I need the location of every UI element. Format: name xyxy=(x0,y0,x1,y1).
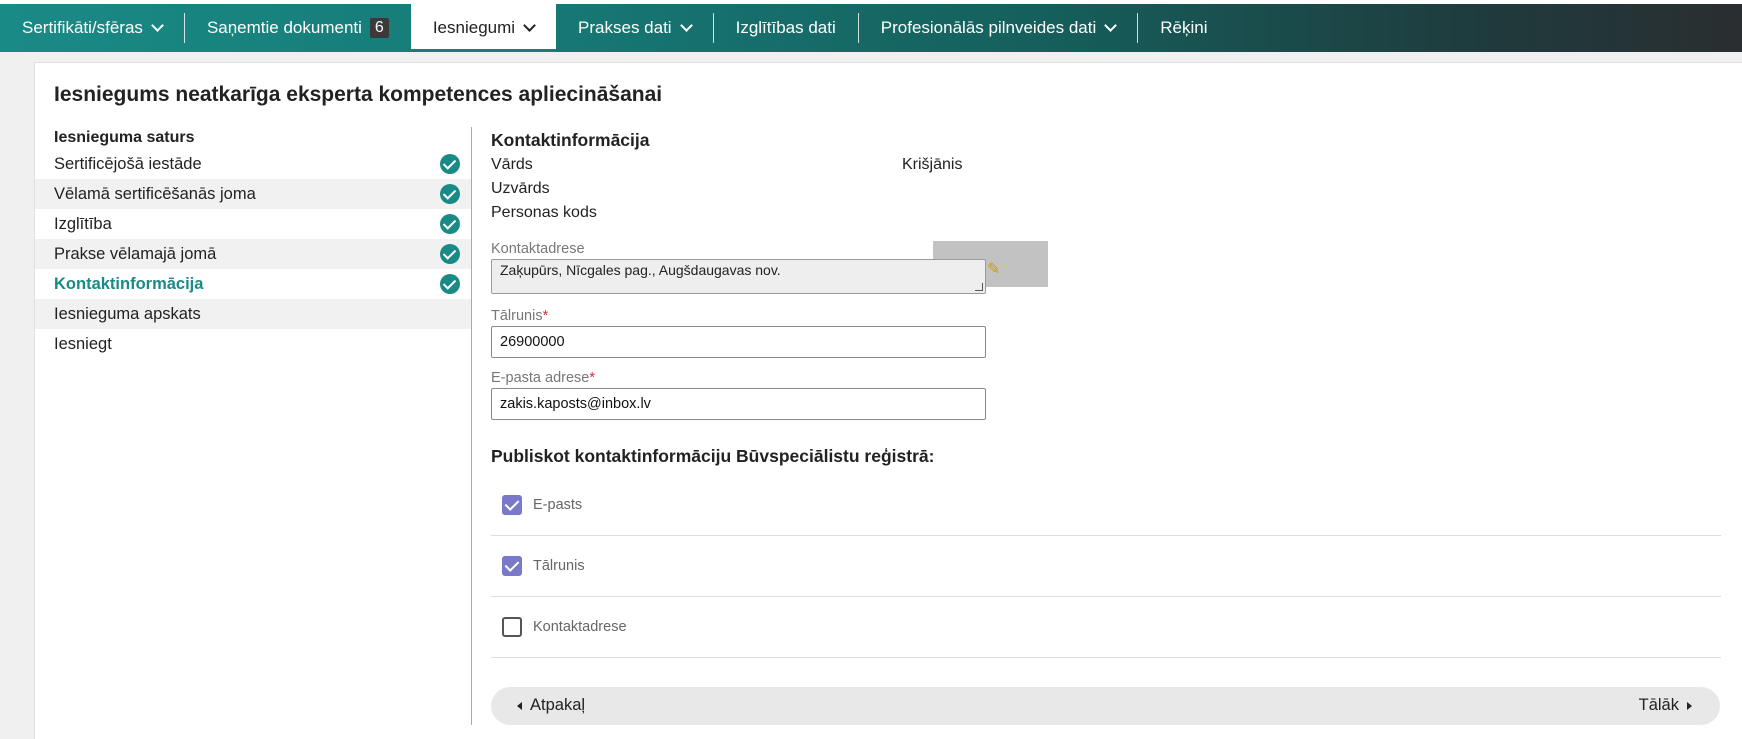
phone-label: Tālrunis* xyxy=(491,306,1731,326)
email-label: E-pasta adrese* xyxy=(491,368,1731,388)
email-label-text: E-pasta adrese xyxy=(491,370,590,386)
nav-label: Izglītības dati xyxy=(735,18,836,37)
step-label: Iesniegt xyxy=(54,335,112,353)
nav-prakses-dati[interactable]: Prakses dati xyxy=(556,4,713,52)
publish-option-phone: Tālrunis xyxy=(491,536,1721,597)
step-velama-sertificesanas-joma[interactable]: Vēlamā sertificēšanās joma xyxy=(35,179,472,209)
step-label: Sertificējošā iestāde xyxy=(54,155,202,173)
nav-label: Prakses dati xyxy=(578,18,672,37)
application-card: Iesniegums neatkarīga eksperta kompetenc… xyxy=(34,62,1742,739)
count-badge: 6 xyxy=(369,18,389,38)
chevron-down-icon xyxy=(1104,18,1118,32)
nav-label: Sertifikāti/sfēras xyxy=(22,18,143,37)
checkbox-email[interactable] xyxy=(502,495,522,515)
publish-option-address: Kontaktadrese xyxy=(491,597,1721,658)
step-kontaktinformacija[interactable]: Kontaktinformācija xyxy=(35,269,472,299)
next-label: Tālāk xyxy=(1638,696,1679,714)
chevron-down-icon xyxy=(523,18,536,32)
checkbox-label: Tālrunis xyxy=(533,558,585,574)
step-sertificejosa-iestade[interactable]: Sertificējošā iestāde xyxy=(35,149,472,179)
publish-option-email: E-pasts xyxy=(491,475,1721,536)
chevron-down-icon xyxy=(151,18,164,32)
wizard-navigation: Atpakaļ Tālāk xyxy=(491,687,1720,725)
address-field[interactable]: Zaķupūrs, Nīcgales pag., Augšdaugavas no… xyxy=(491,259,986,294)
pencil-icon[interactable]: ✎ xyxy=(987,259,1000,279)
sidebar-heading: Iesnieguma saturs xyxy=(54,129,195,146)
contact-section: Kontaktinformācija Vārds Krišjānis Uzvār… xyxy=(491,127,1731,658)
nav-label: Profesionālās pilnveides dati xyxy=(880,18,1097,37)
step-izglitiba[interactable]: Izglītība xyxy=(35,209,472,239)
caret-left-icon xyxy=(517,701,522,710)
resize-handle[interactable] xyxy=(975,283,983,291)
nav-sanemtie-dokumenti[interactable]: Saņemtie dokumenti 6 xyxy=(185,4,411,52)
nav-rekini[interactable]: Rēķini xyxy=(1138,4,1229,52)
address-value: Zaķupūrs, Nīcgales pag., Augšdaugavas no… xyxy=(500,262,781,278)
step-iesniegt[interactable]: Iesniegt xyxy=(35,329,472,359)
nav-label: Iesniegumi xyxy=(432,18,516,37)
nav-label: Rēķini xyxy=(1160,18,1208,37)
first-name-row: Vārds Krišjānis xyxy=(491,153,1731,177)
nav-profesionalas-pilnveides-dati[interactable]: Profesionālās pilnveides dati xyxy=(859,4,1137,52)
checkbox-phone[interactable] xyxy=(502,556,522,576)
check-circle-icon xyxy=(440,244,460,264)
phone-field[interactable]: 26900000 xyxy=(491,326,986,358)
back-label: Atpakaļ xyxy=(530,696,586,714)
address-label: Kontaktadrese xyxy=(491,241,585,257)
first-name-value: Krišjānis xyxy=(902,156,963,173)
step-label: Vēlamā sertificēšanās joma xyxy=(54,185,256,203)
personal-code-row: Personas kods xyxy=(491,201,1731,225)
personal-code-label: Personas kods xyxy=(491,204,597,221)
email-field[interactable]: zakis.kaposts@inbox.lv xyxy=(491,388,986,420)
check-circle-icon xyxy=(440,154,460,174)
step-prakse-velamaja-joma[interactable]: Prakse vēlamajā jomā xyxy=(35,239,472,269)
chevron-down-icon xyxy=(679,18,693,32)
last-name-label: Uzvārds xyxy=(491,180,550,197)
section-title: Kontaktinformācija xyxy=(491,130,650,150)
step-iesnieguma-apskats[interactable]: Iesnieguma apskats xyxy=(35,299,472,329)
next-button[interactable]: Tālāk xyxy=(1639,696,1692,715)
nav-label: Saņemtie dokumenti xyxy=(206,18,362,37)
required-mark: * xyxy=(542,308,549,324)
check-circle-icon xyxy=(440,214,460,234)
step-label: Izglītība xyxy=(54,215,112,233)
check-circle-icon xyxy=(440,274,460,294)
checkbox-address[interactable] xyxy=(502,617,522,637)
check-circle-icon xyxy=(440,184,460,204)
caret-right-icon xyxy=(1687,701,1692,710)
nav-iesniegumi[interactable]: Iesniegumi xyxy=(410,4,557,52)
required-mark: * xyxy=(589,370,595,386)
publish-title: Publiskot kontaktinformāciju Būvspeciāli… xyxy=(491,446,935,466)
top-navigation: Sertifikāti/sfēras Saņemtie dokumenti 6 … xyxy=(0,4,1742,52)
nav-sertifikati[interactable]: Sertifikāti/sfēras xyxy=(0,4,184,52)
last-name-row: Uzvārds xyxy=(491,177,1731,201)
step-label: Iesnieguma apskats xyxy=(54,305,201,323)
phone-label-text: Tālrunis xyxy=(491,308,543,324)
step-label: Prakse vēlamajā jomā xyxy=(54,245,217,263)
nav-izglitibas-dati[interactable]: Izglītības dati xyxy=(714,4,858,52)
back-button[interactable]: Atpakaļ xyxy=(517,696,585,715)
steps-sidebar: Iesnieguma saturs Sertificējošā iestāde … xyxy=(35,127,472,359)
checkbox-label: E-pasts xyxy=(533,497,583,513)
checkbox-label: Kontaktadrese xyxy=(533,619,627,635)
vertical-divider xyxy=(471,127,472,725)
first-name-label: Vārds xyxy=(491,156,533,173)
step-label: Kontaktinformācija xyxy=(54,275,204,293)
page-title: Iesniegums neatkarīga eksperta kompetenc… xyxy=(54,83,663,106)
